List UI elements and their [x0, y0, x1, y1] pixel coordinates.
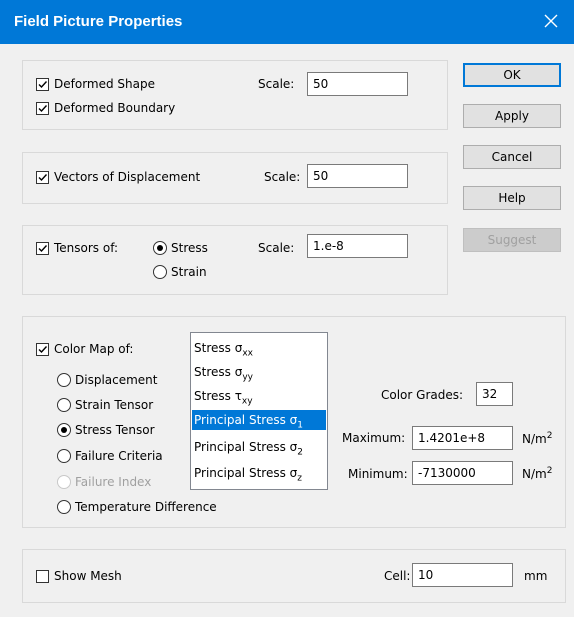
color-grades-input[interactable]: 32 [476, 382, 513, 406]
tensors-strain-radio[interactable] [153, 265, 167, 279]
minimum-label: Minimum: [348, 467, 408, 481]
colormap-label[interactable]: Color Map of: [54, 341, 133, 357]
checkmark-icon [38, 81, 48, 89]
help-button[interactable]: Help [463, 186, 561, 210]
vectors-label[interactable]: Vectors of Displacement [54, 169, 200, 185]
apply-button[interactable]: Apply [463, 104, 561, 128]
minimum-input[interactable]: -7130000 [412, 461, 513, 485]
colormap-failure-criteria-label[interactable]: Failure Criteria [75, 448, 163, 464]
colormap-displacement-label[interactable]: Displacement [75, 372, 158, 388]
vectors-checkbox[interactable] [36, 171, 49, 184]
cell-label: Cell: [384, 569, 411, 583]
checkmark-icon [38, 346, 48, 354]
list-item[interactable]: Principal Stress σz [192, 463, 326, 483]
colormap-radio-stress-tensor[interactable] [57, 423, 71, 437]
checkmark-icon [38, 245, 48, 253]
checkmark-icon [38, 105, 48, 113]
title-bar: Field Picture Properties [0, 0, 574, 44]
tensors-checkbox[interactable] [36, 242, 49, 255]
minimum-unit: N/m2 [522, 466, 553, 481]
colormap-strain-tensor-label[interactable]: Strain Tensor [75, 397, 153, 413]
dialog-title: Field Picture Properties [14, 13, 183, 30]
close-button[interactable] [528, 0, 574, 44]
colormap-failure-index-label: Failure Index [75, 475, 152, 489]
deformed-scale-input[interactable]: 50 [307, 72, 408, 96]
maximum-label: Maximum: [342, 431, 406, 445]
list-item[interactable]: Stress σyy [192, 362, 326, 382]
close-icon [544, 14, 558, 31]
suggest-button: Suggest [463, 228, 561, 252]
color-grades-label: Color Grades: [381, 388, 464, 402]
deformed-boundary-checkbox[interactable] [36, 102, 49, 115]
maximum-input[interactable]: 1.4201e+8 [412, 426, 513, 450]
deformed-scale-label: Scale: [258, 77, 295, 91]
tensors-label[interactable]: Tensors of: [54, 240, 118, 256]
colormap-checkbox[interactable] [36, 343, 49, 356]
tensors-stress-radio[interactable] [153, 241, 167, 255]
deformed-shape-label[interactable]: Deformed Shape [54, 76, 155, 92]
cell-input[interactable]: 10 [412, 563, 513, 587]
ok-button[interactable]: OK [463, 63, 561, 87]
colormap-radio-temperature-difference[interactable] [57, 500, 71, 514]
vectors-scale-label: Scale: [264, 170, 301, 184]
colormap-temperature-difference-label[interactable]: Temperature Difference [75, 499, 217, 515]
tensors-scale-input[interactable]: 1.e-8 [307, 234, 408, 258]
tensors-scale-label: Scale: [258, 241, 295, 255]
component-listbox[interactable]: Stress σxx Stress σyy Stress τxy Princip… [190, 332, 328, 490]
tensors-stress-label[interactable]: Stress [171, 240, 208, 256]
colormap-radio-displacement[interactable] [57, 373, 71, 387]
list-item[interactable]: Stress τxy [192, 386, 326, 406]
list-item[interactable]: Principal Stress σ2 [192, 437, 326, 457]
deformed-boundary-label[interactable]: Deformed Boundary [54, 100, 175, 116]
maximum-unit: N/m2 [522, 431, 553, 446]
list-item-selected[interactable]: Principal Stress σ1 [192, 410, 326, 430]
show-mesh-label[interactable]: Show Mesh [54, 568, 122, 584]
cancel-button[interactable]: Cancel [463, 145, 561, 169]
checkmark-icon [38, 174, 48, 182]
colormap-radio-failure-criteria[interactable] [57, 449, 71, 463]
cell-unit: mm [524, 569, 548, 583]
colormap-radio-strain-tensor[interactable] [57, 398, 71, 412]
colormap-radio-failure-index [57, 475, 71, 489]
show-mesh-checkbox[interactable] [36, 570, 49, 583]
colormap-stress-tensor-label[interactable]: Stress Tensor [75, 422, 155, 438]
vectors-scale-input[interactable]: 50 [307, 164, 408, 188]
deformed-shape-checkbox[interactable] [36, 78, 49, 91]
tensors-strain-label[interactable]: Strain [171, 264, 207, 280]
list-item[interactable]: Stress σxx [192, 338, 326, 358]
